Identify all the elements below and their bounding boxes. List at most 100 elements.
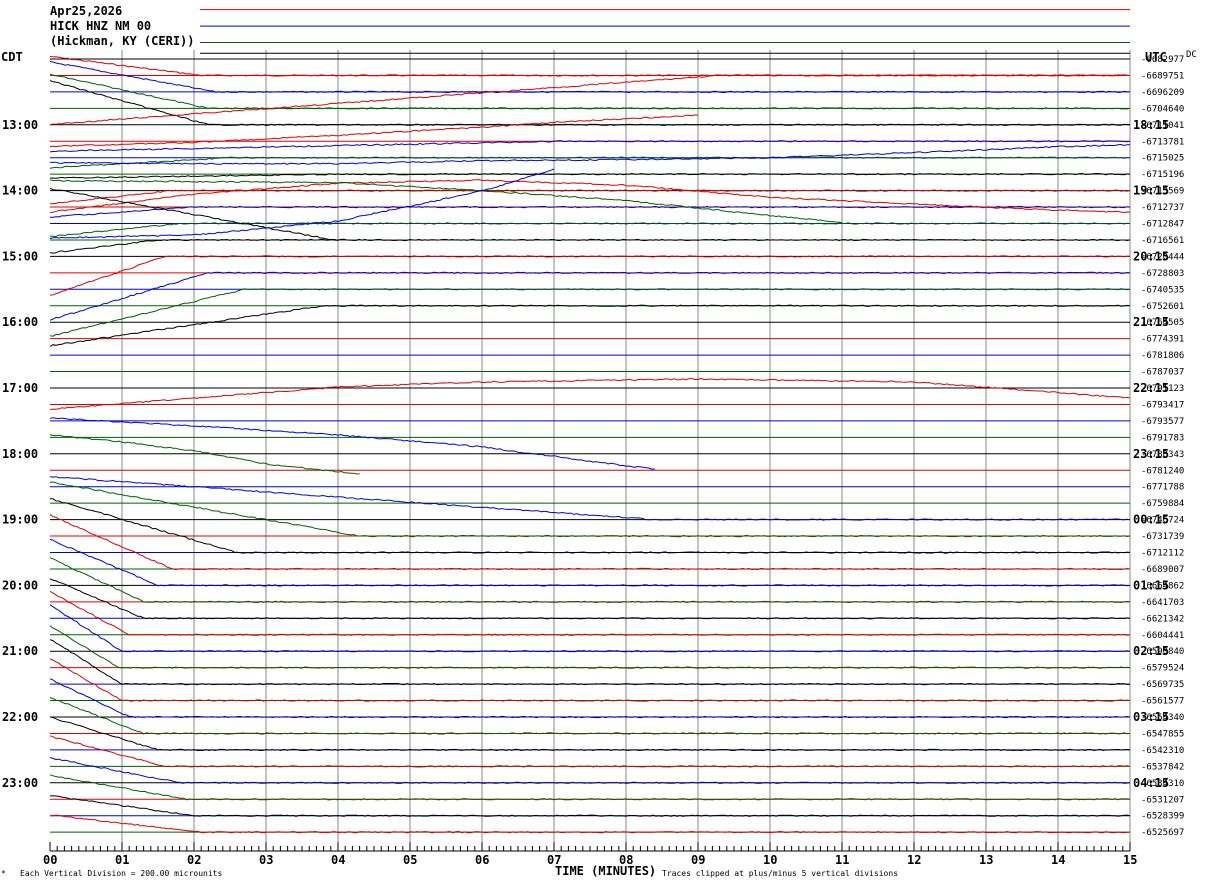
- dc-offset-label: -6791783: [1141, 433, 1184, 443]
- left-time-label: 19:00: [2, 513, 38, 527]
- left-time-label: 14:00: [2, 184, 38, 198]
- dc-offset-label: -6740535: [1141, 285, 1184, 295]
- trace-row-11: [49, 238, 1131, 254]
- dc-offset-label: -6715025: [1141, 154, 1184, 164]
- trace-row-41: [49, 697, 1131, 735]
- dc-offset-label: -6561577: [1141, 697, 1184, 707]
- left-time-label: 21:00: [2, 644, 38, 658]
- trace-row-33: [49, 557, 1131, 604]
- trace-row-38: [49, 639, 1131, 686]
- trace-row-47: [49, 814, 1131, 834]
- dc-offset-label: -6720444: [1141, 252, 1184, 262]
- trace-row-2: [49, 60, 1131, 94]
- dc-offset-label: -6713569: [1141, 187, 1184, 197]
- left-time-label: 20:00: [2, 578, 38, 592]
- dc-offset-label: -6689007: [1141, 565, 1184, 575]
- dc-offset-label: -6621342: [1141, 614, 1184, 624]
- drift-trace-row-8: [49, 179, 843, 224]
- dc-offset-label: -6793577: [1141, 417, 1184, 427]
- x-tick-label: 01: [115, 853, 129, 867]
- drift-trace-row-22: [49, 434, 360, 475]
- trace-row-36: [49, 604, 1131, 653]
- trace-row-15: [49, 304, 1131, 347]
- left-time-label: 22:00: [2, 710, 38, 724]
- dc-offset-label: -6764505: [1141, 318, 1184, 328]
- dc-offset-label: -6711041: [1141, 121, 1184, 131]
- dc-offset-label: -6554340: [1141, 713, 1184, 723]
- dc-offset-label: -6542310: [1141, 746, 1184, 756]
- x-tick-label: 06: [475, 853, 489, 867]
- x-tick-label: 14: [1051, 853, 1065, 867]
- seismic-traces: [49, 55, 1131, 834]
- trace-row-4: [49, 79, 1131, 126]
- left-time-label: 16:00: [2, 315, 38, 329]
- trace-row-35: [49, 590, 1131, 636]
- trace-row-31: [49, 514, 1131, 571]
- header-station: HICK HNZ NM 00: [50, 19, 151, 33]
- dc-offset-label: -6716561: [1141, 236, 1184, 246]
- dc-offset-label: -6781806: [1141, 351, 1184, 361]
- trace-row-6: [49, 156, 1131, 169]
- trace-row-1: [49, 74, 1131, 126]
- x-tick-label: 00: [43, 853, 57, 867]
- trace-row-30: [49, 498, 1131, 554]
- x-tick-label: 12: [907, 853, 921, 867]
- trace-row-10: [49, 222, 1131, 238]
- trace-row-9: [49, 205, 1131, 218]
- x-tick-label: 09: [691, 853, 705, 867]
- trace-row-44: [49, 757, 1131, 784]
- dc-offset-label: -6704640: [1141, 104, 1184, 114]
- x-tick-label: 15: [1123, 853, 1137, 867]
- trace-row-37: [49, 625, 1131, 669]
- dc-offset-label: -6682977: [1141, 55, 1184, 65]
- dc-offset-label: -6774391: [1141, 335, 1184, 345]
- dc-offset-label: -6641703: [1141, 598, 1184, 608]
- dc-offset-label: -6728803: [1141, 269, 1184, 279]
- dc-offset-label: -6791123: [1141, 384, 1184, 394]
- x-tick-label: 13: [979, 853, 993, 867]
- header-date: Apr25,2026: [50, 4, 122, 18]
- left-time-label: 23:00: [2, 776, 38, 790]
- dc-offset-label: -6712847: [1141, 220, 1184, 230]
- dc-offset-label: -6590840: [1141, 647, 1184, 657]
- dc-offset-label: -6664862: [1141, 581, 1184, 591]
- dc-offset-label: -6731739: [1141, 532, 1184, 542]
- footer-clip: Traces clipped at plus/minus 5 vertical …: [662, 869, 898, 878]
- x-tick-label: 11: [835, 853, 849, 867]
- dc-offset-label: -6689751: [1141, 71, 1184, 81]
- x-tick-label: 10: [763, 853, 777, 867]
- x-tick-label: 05: [403, 853, 417, 867]
- trace-row-29: [49, 481, 1131, 538]
- dc-offset-label: -6752601: [1141, 302, 1184, 312]
- drift-trace-row-6: [49, 143, 1130, 165]
- trace-row-39: [49, 658, 1131, 702]
- trace-row-14: [49, 288, 1131, 337]
- dc-offset-label: -6746724: [1141, 516, 1184, 526]
- x-tick-label: 04: [331, 853, 345, 867]
- dc-offset-label: -6528399: [1141, 812, 1184, 822]
- dc-offset-label: -6771788: [1141, 483, 1184, 493]
- trace-row-43: [49, 735, 1131, 768]
- trace-row-32: [49, 538, 1131, 587]
- footer-mark: *: [1, 869, 6, 878]
- dc-offset-label: -6787037: [1141, 368, 1184, 378]
- dc-offset-label: -6712112: [1141, 549, 1184, 559]
- header: Apr25,2026 HICK HNZ NM 00 (Hickman, KY (…: [50, 4, 195, 48]
- x-tick-label: 03: [259, 853, 273, 867]
- dc-offset-label: -6579524: [1141, 664, 1184, 674]
- dc-offset-label: -6781240: [1141, 466, 1184, 476]
- dc-offset-label: -6569735: [1141, 680, 1184, 690]
- dc-offset-label: -6788343: [1141, 450, 1184, 460]
- dc-offset-label: -6715196: [1141, 170, 1184, 180]
- dc-label: DC: [1186, 50, 1197, 60]
- drift-trace-row-5: [49, 114, 699, 148]
- dc-offset-label: -6531207: [1141, 795, 1184, 805]
- helicorder-chart: Apr25,2026 HICK HNZ NM 00 (Hickman, KY (…: [1, 4, 1197, 878]
- left-axis-title: CDT: [1, 50, 23, 64]
- dc-offset-label: -6712737: [1141, 203, 1184, 213]
- header-location: (Hickman, KY (CERI)): [50, 34, 195, 48]
- left-time-label: 13:00: [2, 118, 38, 132]
- trace-row-45: [49, 774, 1131, 801]
- vertical-grid: [121, 50, 1131, 851]
- drift-trace-row-22: [49, 417, 655, 470]
